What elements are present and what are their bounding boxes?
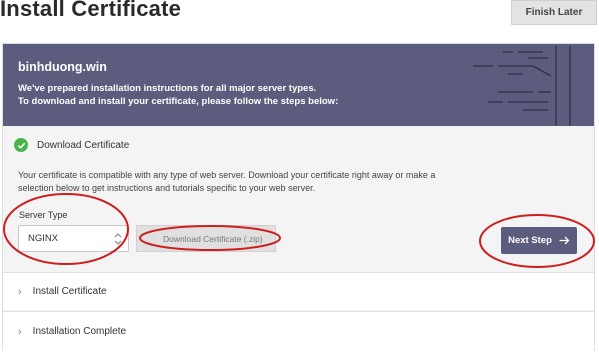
banner-text-line-1: We've prepared installation instructions… <box>18 83 317 94</box>
step-label: Install Certificate <box>32 286 107 297</box>
domain-name: binhduong.win <box>18 60 107 74</box>
install-card: binhduong.win We've prepared installatio… <box>2 43 595 351</box>
step-installation-complete[interactable]: › Installation Complete <box>3 311 594 351</box>
download-certificate-button[interactable]: Download Certificate (.zip) <box>136 225 276 252</box>
step-install-certificate[interactable]: › Install Certificate <box>3 272 594 310</box>
server-type-select[interactable]: NGINX <box>18 225 129 252</box>
step-label: Installation Complete <box>32 326 127 337</box>
banner: binhduong.win We've prepared installatio… <box>3 44 594 126</box>
arrow-right-icon <box>559 236 570 245</box>
server-type-value: NGINX <box>28 233 59 244</box>
finish-later-button[interactable]: Finish Later <box>511 0 597 25</box>
check-circle-icon <box>14 138 28 152</box>
chevron-right-icon: › <box>18 325 22 338</box>
step-download-title: Download Certificate <box>37 139 130 151</box>
select-arrows-icon <box>114 233 122 245</box>
banner-text-line-2: To download and install your certificate… <box>18 96 339 107</box>
page-title: Install Certificate <box>0 0 182 21</box>
next-step-button[interactable]: Next Step <box>501 227 577 254</box>
step-download-header: Download Certificate <box>14 138 129 152</box>
chevron-right-icon: › <box>18 285 22 298</box>
next-step-label: Next Step <box>508 235 552 246</box>
server-type-label: Server Type <box>19 210 68 220</box>
step-description: Your certificate is compatible with any … <box>18 170 436 193</box>
